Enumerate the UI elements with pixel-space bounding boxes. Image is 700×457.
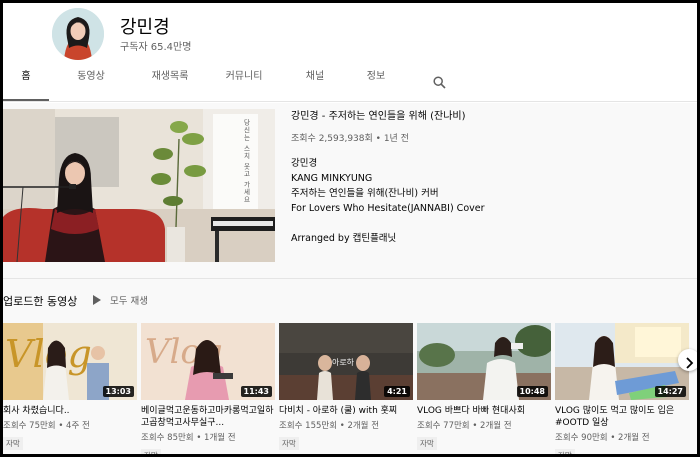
featured-video-credit: Arranged by 캡틴플래닛 <box>291 233 397 244</box>
subtitle-badge: 자막 <box>141 449 161 454</box>
video-thumbnail[interactable]: 아로하 4:21 <box>279 323 413 400</box>
description-line: 주저하는 연인들을 위해(잔나비) 커버 <box>291 188 439 199</box>
video-thumbnail[interactable]: Vlog 11:43 <box>141 323 275 400</box>
channel-name: 강민경 <box>120 17 170 38</box>
search-icon <box>432 71 446 103</box>
video-thumbnail[interactable]: 10:48 <box>417 323 551 400</box>
video-card[interactable]: 10:48 VLOG 바쁘다 바빠 현대사회 조회수 77만회 • 2개월 전 … <box>417 323 551 450</box>
video-duration: 4:21 <box>384 386 410 397</box>
featured-video-thumbnail[interactable]: 당신는 스치 웃고 가세요 <box>3 109 275 262</box>
tab-about[interactable]: 정보 <box>357 61 395 101</box>
video-card[interactable]: Vlog 11:43 베이글먹고운동하고마카롱먹고일하고곱창먹고사무실구... … <box>141 323 275 454</box>
subtitle-badge: 자막 <box>555 449 575 454</box>
channel-avatar[interactable] <box>52 8 104 60</box>
uploads-section-title[interactable]: 업로드한 동영상 <box>3 293 77 309</box>
video-duration: 10:48 <box>516 386 548 397</box>
video-meta: 조회수 85만회 • 1개월 전 <box>141 433 236 443</box>
description-line: KANG MINKYUNG <box>291 173 373 184</box>
thumbnail-caption: 당신는 스치 웃고 가세요 <box>242 118 250 203</box>
header-divider <box>3 101 697 102</box>
video-meta: 조회수 75만회 • 4주 전 <box>3 421 90 431</box>
description-line: For Lovers Who Hesitate(JANNABI) Cover <box>291 203 485 214</box>
tab-channels[interactable]: 채널 <box>296 61 334 101</box>
description-line: 강민경 <box>291 158 318 169</box>
channel-page: 강민경 구독자 65.4만명 홈 동영상 재생목록 커뮤니티 채널 정보 당신는… <box>3 3 697 454</box>
video-meta: 조회수 155만회 • 2개월 전 <box>279 421 380 431</box>
thumbnail-caption: 아로하 <box>332 357 355 367</box>
subtitle-badge: 자막 <box>279 437 299 450</box>
tab-videos[interactable]: 동영상 <box>65 61 117 101</box>
video-duration: 14:27 <box>654 386 686 397</box>
channel-header: 강민경 구독자 65.4만명 홈 동영상 재생목록 커뮤니티 채널 정보 <box>3 3 697 103</box>
featured-video-meta: 조회수 2,593,938회 • 1년 전 <box>291 134 409 144</box>
featured-video-description: 강민경 KANG MINKYUNG 주저하는 연인들을 위해(잔나비) 커버 F… <box>291 156 691 216</box>
video-thumbnail[interactable]: Vlog 13:03 <box>3 323 137 400</box>
channel-tabs: 홈 동영상 재생목록 커뮤니티 채널 정보 <box>3 61 697 101</box>
featured-video-info: 강민경 - 주저하는 연인들을 위해 (잔나비) 조회수 2,593,938회 … <box>291 107 691 244</box>
tab-community[interactable]: 커뮤니티 <box>216 61 272 101</box>
section-divider <box>3 278 697 279</box>
video-title[interactable]: 회사 차렸습니다.. <box>3 405 137 417</box>
play-all-label: 모두 재생 <box>110 296 148 307</box>
video-meta: 조회수 77만회 • 2개월 전 <box>417 421 512 431</box>
video-title[interactable]: VLOG 많이도 먹고 많이도 입은 #OOTD 일상 <box>555 405 689 429</box>
featured-video-title[interactable]: 강민경 - 주저하는 연인들을 위해 (잔나비) <box>291 107 691 122</box>
play-icon <box>93 295 101 305</box>
tab-playlists[interactable]: 재생목록 <box>138 61 202 101</box>
video-card[interactable]: Vlog 13:03 회사 차렸습니다.. 조회수 75만회 • 4주 전 자막 <box>3 323 137 450</box>
play-all-button[interactable]: 모두 재생 <box>93 293 148 307</box>
video-card[interactable]: 아로하 4:21 다비치 - 아로하 (쿨) with 훗찌 조회수 155만회… <box>279 323 413 450</box>
subtitle-badge: 자막 <box>3 437 23 450</box>
search-button[interactable] <box>424 61 454 101</box>
subtitle-badge: 자막 <box>417 437 437 450</box>
shelf-next-button[interactable] <box>678 349 697 371</box>
video-thumbnail[interactable]: 14:27 <box>555 323 689 400</box>
video-card[interactable]: 14:27 VLOG 많이도 먹고 많이도 입은 #OOTD 일상 조회수 90… <box>555 323 689 454</box>
video-meta: 조회수 90만회 • 2개월 전 <box>555 433 650 443</box>
video-title[interactable]: 베이글먹고운동하고마카롱먹고일하고곱창먹고사무실구... <box>141 405 275 429</box>
video-duration: 13:03 <box>102 386 134 397</box>
video-duration: 11:43 <box>240 386 272 397</box>
chevron-right-icon <box>685 354 694 373</box>
video-title[interactable]: 다비치 - 아로하 (쿨) with 훗찌 <box>279 405 413 417</box>
tab-home[interactable]: 홈 <box>3 61 49 101</box>
subscriber-count: 구독자 65.4만명 <box>120 42 192 53</box>
video-title[interactable]: VLOG 바쁘다 바빠 현대사회 <box>417 405 551 417</box>
